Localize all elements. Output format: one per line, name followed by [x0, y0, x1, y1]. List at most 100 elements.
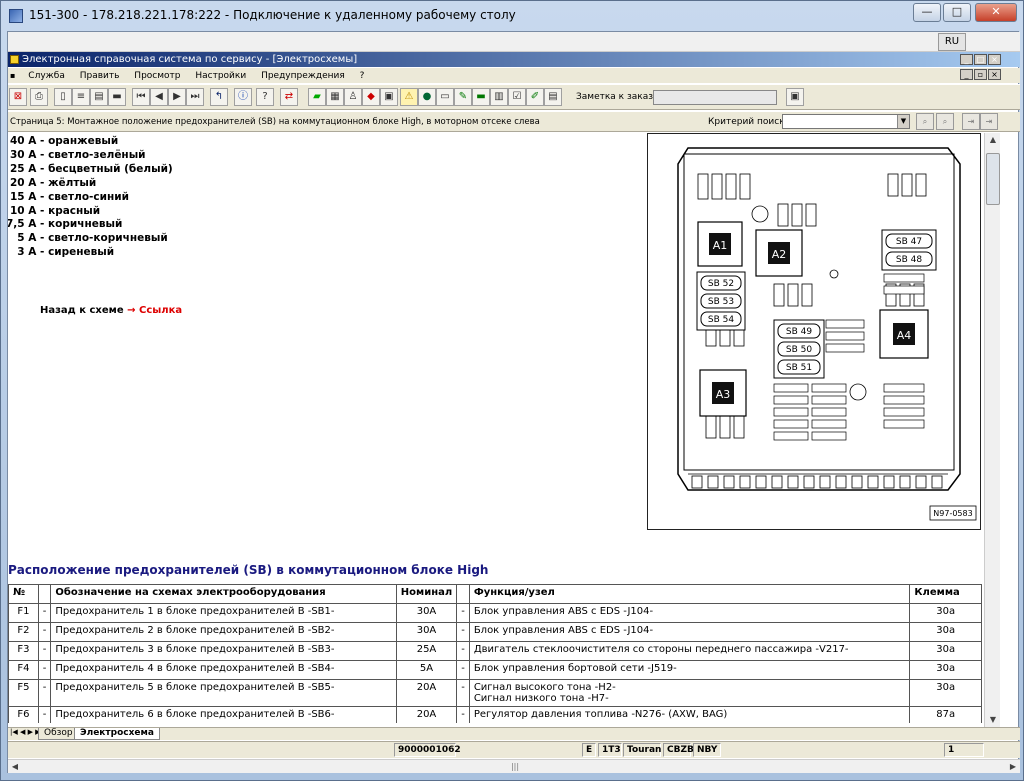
cell-dash: - — [37, 679, 52, 707]
menu-view[interactable]: Просмотр — [132, 69, 182, 84]
col-sep — [456, 584, 470, 604]
order-note-button[interactable]: ▣ — [786, 88, 804, 106]
cell-designation: Предохранитель 3 в блоке предохранителей… — [50, 641, 397, 661]
cell-terminal: 30a — [909, 679, 982, 707]
search-back-icon[interactable]: ⌕ — [936, 113, 954, 130]
first-page-icon[interactable]: ⏮ — [132, 88, 150, 106]
clipboard-icon[interactable]: ▥ — [490, 88, 508, 106]
doc-restore-button[interactable]: ▫ — [974, 69, 987, 80]
cell-designation: Предохранитель 5 в блоке предохранителей… — [50, 679, 397, 707]
sheet-tabs: |◀ ◀ ▶ ▶| Обзор Электросхема — [8, 727, 1020, 740]
status-model: Touran — [623, 743, 661, 757]
search-forward-icon[interactable]: ⌕ — [916, 113, 934, 130]
warning-icon[interactable]: ⚠ — [400, 88, 418, 106]
fuse-table: № Обозначение на схемах электрооборудова… — [8, 584, 982, 723]
app-minimize-button[interactable]: _ — [960, 54, 973, 65]
edit-icon[interactable]: ✐ — [526, 88, 544, 106]
language-indicator[interactable]: RU — [938, 33, 966, 51]
cell-dash: - — [456, 706, 470, 723]
new-icon[interactable]: ▯ — [54, 88, 72, 106]
cell-dash: - — [37, 603, 52, 623]
globe-icon[interactable]: ● — [418, 88, 436, 106]
vehicle-icon[interactable]: ▰ — [308, 88, 326, 106]
exit-icon[interactable]: ⊠ — [9, 88, 27, 106]
notes2-icon[interactable]: ▤ — [544, 88, 562, 106]
cell-number: F4 — [8, 660, 39, 680]
cell-terminal: 30a — [909, 641, 982, 661]
print-icon[interactable]: ⎙ — [30, 88, 48, 106]
cell-dash: - — [456, 641, 470, 661]
scroll-left-icon[interactable]: ◀ — [8, 760, 22, 774]
next-page-icon[interactable]: ▶ — [168, 88, 186, 106]
table-row: F5- Предохранитель 5 в блоке предохранит… — [8, 679, 982, 707]
status-engine: CBZB — [663, 743, 694, 757]
menu-edit[interactable]: Править — [78, 69, 122, 84]
next-match-icon[interactable]: ⇥ — [962, 113, 980, 130]
menu-settings[interactable]: Настройки — [193, 69, 248, 84]
scroll-down-icon[interactable]: ▼ — [985, 713, 1001, 727]
vertical-scrollbar[interactable]: ▲ ▼ — [984, 133, 1000, 727]
auto-icon[interactable]: ▬ — [472, 88, 490, 106]
cell-dash: - — [37, 622, 52, 642]
status-page: 1 — [944, 743, 984, 757]
horizontal-scrollbar[interactable]: ◀ ||| ▶ — [8, 759, 1020, 773]
order-note-input[interactable] — [653, 90, 777, 105]
cell-terminal: 87a — [909, 706, 982, 723]
cell-dash: - — [456, 622, 470, 642]
back-link[interactable]: Ссылка — [139, 305, 182, 316]
last-page-icon[interactable]: ⏭ — [186, 88, 204, 106]
help-icon[interactable]: ? — [256, 88, 274, 106]
scroll-grip-icon[interactable]: ||| — [505, 762, 525, 772]
fuse-box-drawing: A1 A2 A3 A4 SB 52 SB 53 SB 54 SB 49 SB 5… — [677, 147, 977, 521]
info-icon[interactable]: ⓘ — [234, 88, 252, 106]
menu-bar: ▪ Служба Править Просмотр Настройки Пред… — [8, 68, 1020, 83]
status-e: E — [582, 743, 596, 757]
car-icon[interactable]: ▬ — [108, 88, 126, 106]
list-icon[interactable]: ≡ — [72, 88, 90, 106]
prev-match-icon[interactable]: ⇥ — [980, 113, 998, 130]
tab-wiring-diagram[interactable]: Электросхема — [74, 728, 160, 740]
tool-icon[interactable]: ✎ — [454, 88, 472, 106]
minimize-button[interactable]: — — [913, 3, 941, 22]
checklist-icon[interactable]: ☑ — [508, 88, 526, 106]
scroll-right-icon[interactable]: ▶ — [1006, 760, 1020, 774]
save-icon[interactable]: ▭ — [436, 88, 454, 106]
diagram-ref: N97-0583 — [933, 509, 972, 518]
menu-service[interactable]: Служба — [26, 69, 67, 84]
document-content: 40 А - оранжевый 30 А - светло-зелёный 2… — [8, 133, 984, 723]
criteria-select[interactable]: ▼ — [782, 114, 910, 129]
swap-icon[interactable]: ⇄ — [280, 88, 298, 106]
scroll-thumb[interactable] — [986, 153, 1000, 205]
col-sep — [37, 584, 52, 604]
rdp-window: 151-300 - 178.218.221.178:222 - Подключе… — [0, 0, 1024, 781]
table-row: F4- Предохранитель 4 в блоке предохранит… — [8, 660, 982, 680]
prev-page-icon[interactable]: ◀ — [150, 88, 168, 106]
rdp-titlebar: 151-300 - 178.218.221.178:222 - Подключе… — [1, 1, 1024, 31]
doc-close-button[interactable]: × — [988, 69, 1001, 80]
app-close-button[interactable]: × — [988, 54, 1001, 65]
notes-icon[interactable]: ▤ — [90, 88, 108, 106]
cell-designation: Предохранитель 1 в блоке предохранителей… — [50, 603, 397, 623]
menu-warnings[interactable]: Предупреждения — [259, 69, 347, 84]
close-button[interactable]: ✕ — [975, 3, 1017, 22]
doc-minimize-button[interactable]: _ — [960, 69, 973, 80]
relay-a1-label: A1 — [713, 239, 728, 252]
app-maximize-button[interactable]: □ — [974, 54, 987, 65]
cell-terminal: 30a — [909, 603, 982, 623]
return-icon[interactable]: ↰ — [210, 88, 228, 106]
calculator-icon[interactable]: ▦ — [326, 88, 344, 106]
scroll-up-icon[interactable]: ▲ — [985, 133, 1001, 147]
legend-row: 40 А - оранжевый — [10, 135, 119, 147]
book-icon[interactable]: ◆ — [362, 88, 380, 106]
cell-number: F5 — [8, 679, 39, 707]
table-row: F2- Предохранитель 2 в блоке предохранит… — [8, 622, 982, 642]
document-icon[interactable]: ▣ — [380, 88, 398, 106]
fuse-sb54-label: SB 54 — [708, 315, 734, 325]
maximize-button[interactable]: □ — [943, 3, 971, 22]
cell-designation: Предохранитель 6 в блоке предохранителей… — [50, 706, 397, 723]
menu-help[interactable]: ? — [358, 69, 367, 84]
chevron-down-icon[interactable]: ▼ — [897, 115, 909, 128]
person-icon[interactable]: ♙ — [344, 88, 362, 106]
tab-overview[interactable]: Обзор — [38, 728, 79, 740]
status-model-code: 1T3 — [598, 743, 622, 757]
